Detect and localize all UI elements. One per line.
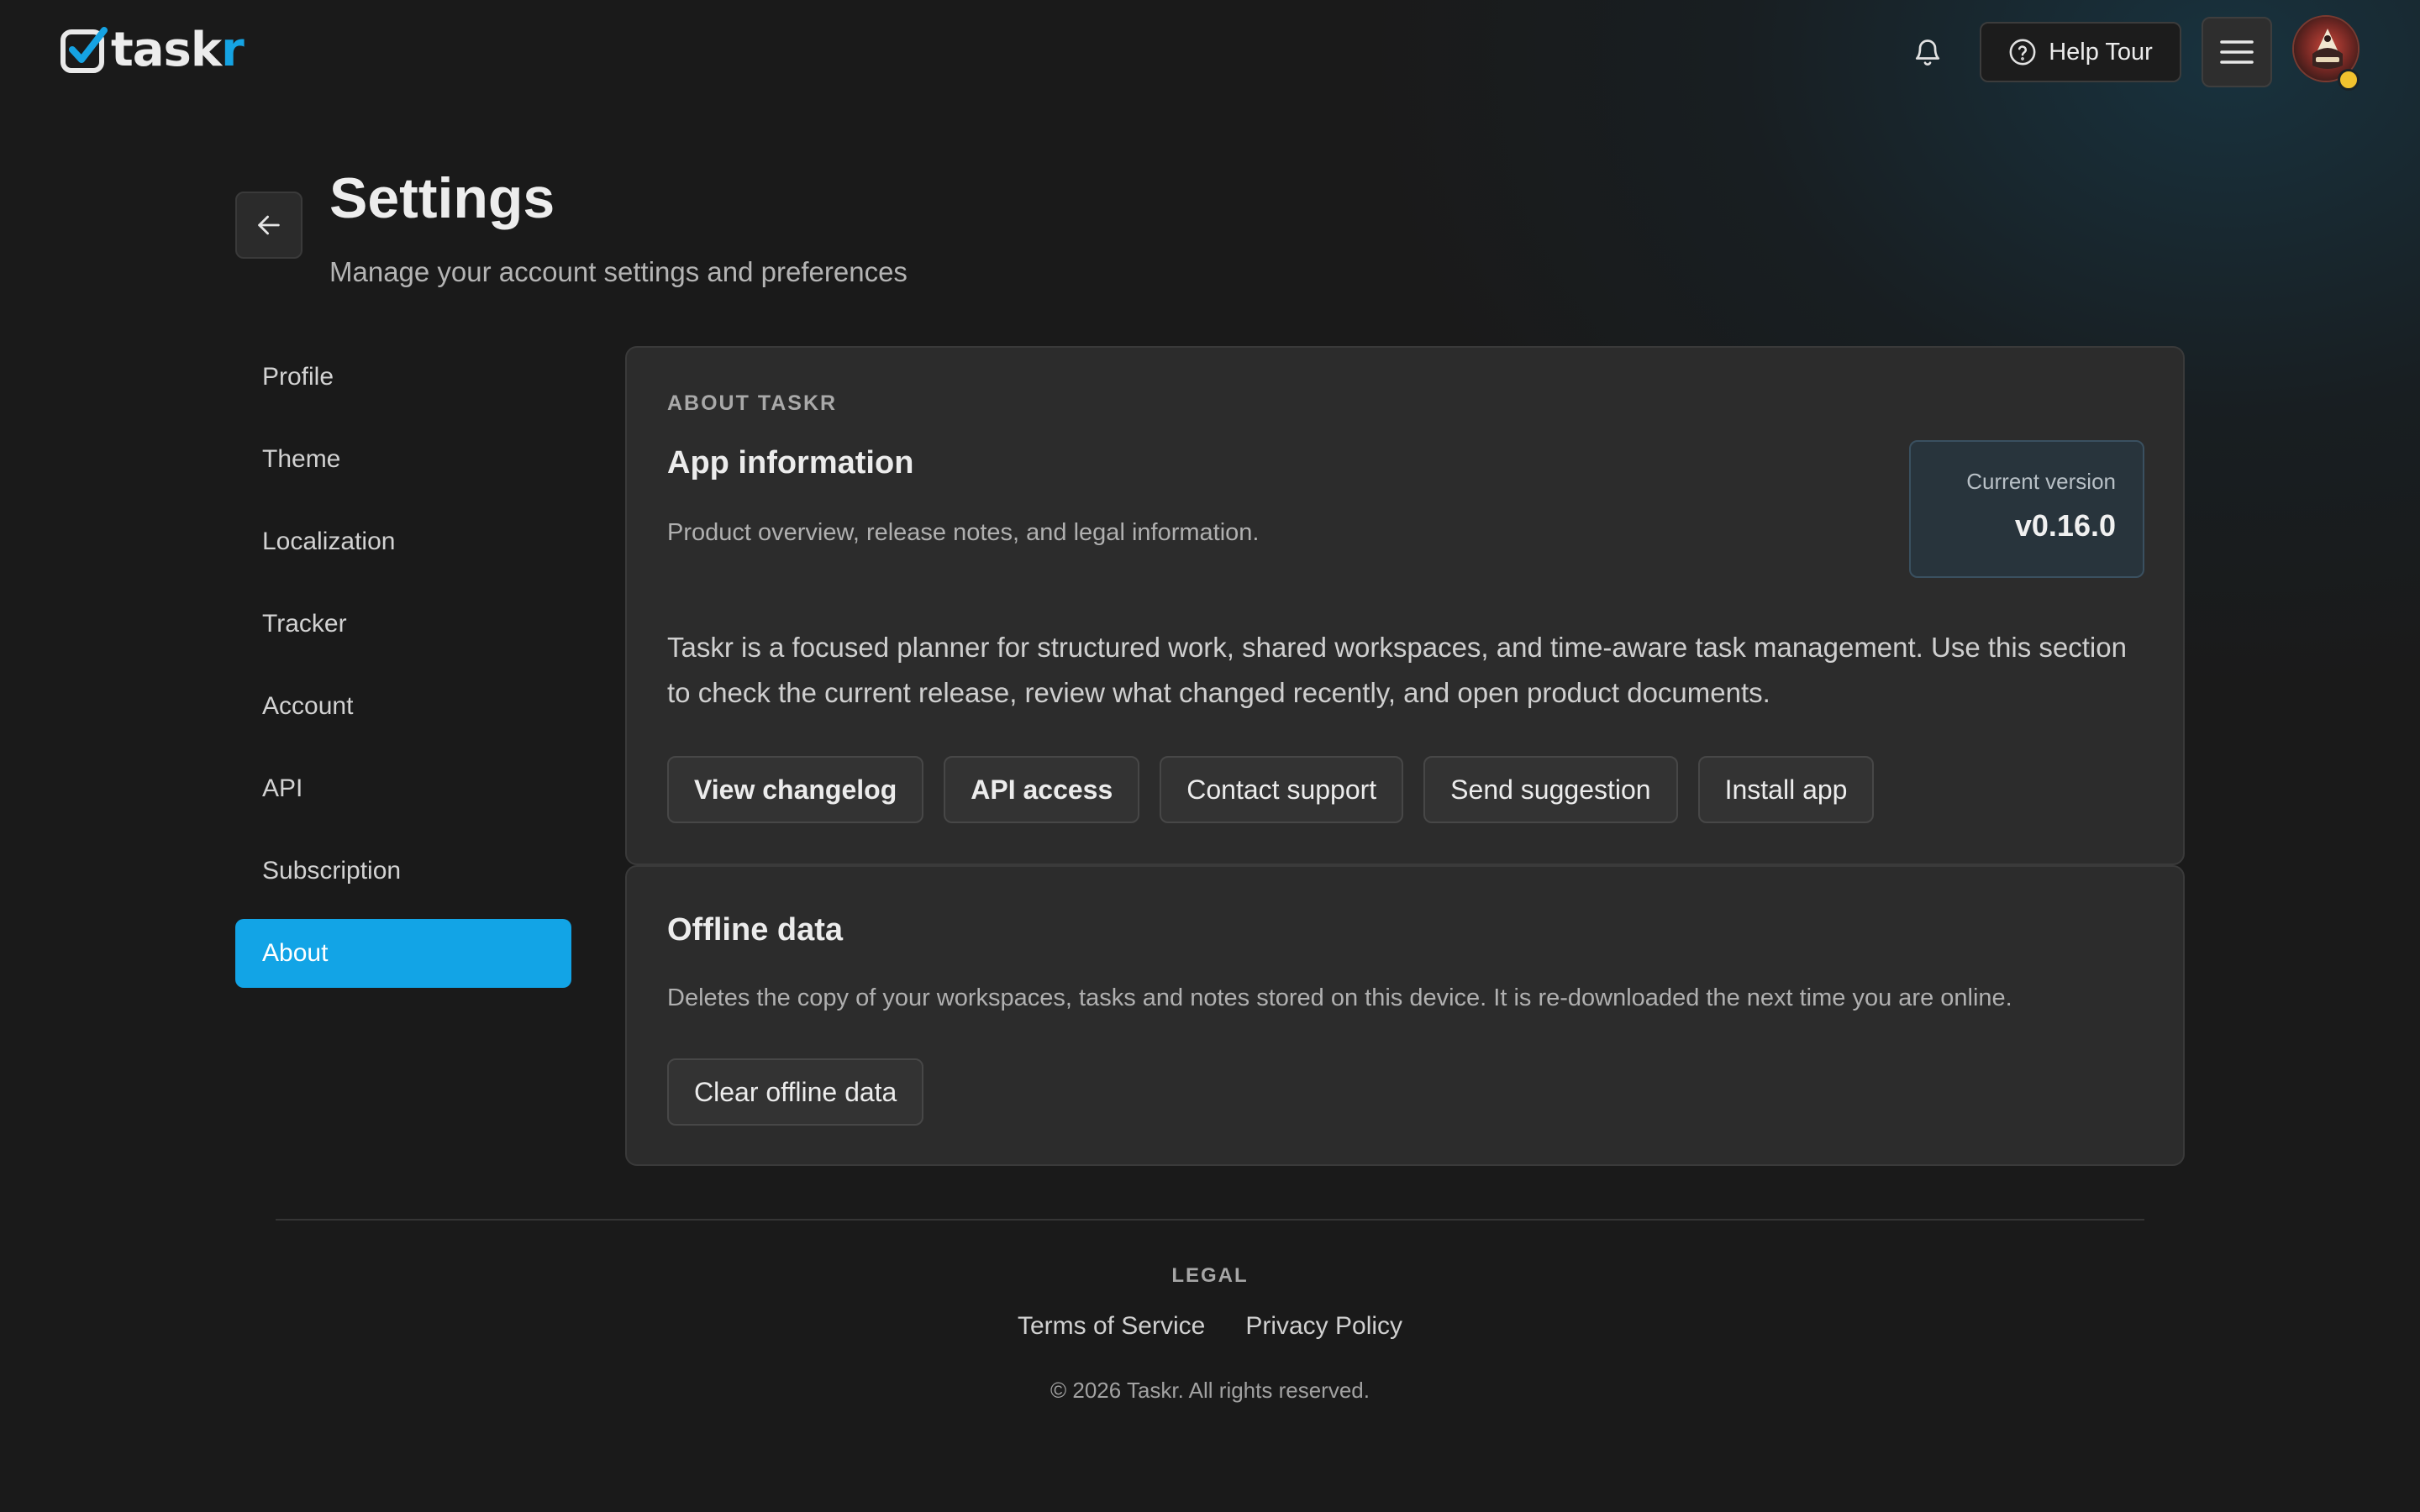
- sidebar-item-about[interactable]: About: [235, 919, 571, 988]
- back-button[interactable]: [235, 192, 302, 259]
- checkbox-logo-icon: [60, 27, 108, 73]
- logo-text-base: task: [111, 23, 222, 77]
- sidebar-item-tracker[interactable]: Tracker: [235, 590, 571, 659]
- logo-wordmark: taskr: [111, 27, 245, 74]
- privacy-policy-link[interactable]: Privacy Policy: [1245, 1312, 1402, 1341]
- about-actions: View changelog API access Contact suppor…: [667, 756, 1875, 823]
- contact-support-button[interactable]: Contact support: [1160, 756, 1404, 823]
- sidebar-item-label: About: [262, 939, 329, 967]
- sidebar-item-label: Account: [262, 692, 354, 720]
- main-menu-button[interactable]: [2202, 17, 2272, 87]
- arrow-left-icon: [258, 215, 280, 235]
- notifications-button[interactable]: [1909, 34, 1946, 71]
- page-title: Settings: [329, 166, 555, 230]
- copyright-text: © 2026 Taskr. All rights reserved.: [1050, 1378, 1370, 1403]
- taskr-logo[interactable]: taskr: [60, 25, 245, 76]
- offline-data-card: Offline data Deletes the copy of your wo…: [625, 865, 2185, 1166]
- card-description: Deletes the copy of your workspaces, tas…: [667, 984, 2012, 1011]
- sidebar-item-label: API: [262, 774, 303, 802]
- card-description: Product overview, release notes, and leg…: [667, 519, 1260, 546]
- sidebar-item-theme[interactable]: Theme: [235, 425, 571, 494]
- legal-heading: LEGAL: [1171, 1264, 1249, 1287]
- card-title: App information: [667, 445, 914, 480]
- view-changelog-button[interactable]: View changelog: [667, 756, 924, 823]
- sidebar-item-account[interactable]: Account: [235, 672, 571, 741]
- terms-of-service-link[interactable]: Terms of Service: [1018, 1312, 1205, 1341]
- bell-icon: [1915, 39, 1940, 66]
- sidebar-item-label: Localization: [262, 528, 396, 555]
- settings-sidebar: Profile Theme Localization Tracker Accou…: [235, 343, 571, 1001]
- question-circle-icon: [2009, 39, 2036, 66]
- sidebar-item-label: Theme: [262, 445, 341, 473]
- footer-links: Terms of Service Privacy Policy: [0, 1312, 2420, 1341]
- help-tour-button[interactable]: Help Tour: [1980, 22, 2181, 82]
- api-access-button[interactable]: API access: [944, 756, 1140, 823]
- crown-badge-icon: [2338, 69, 2360, 91]
- sidebar-item-localization[interactable]: Localization: [235, 507, 571, 576]
- page-subtitle: Manage your account settings and prefere…: [329, 256, 908, 287]
- sidebar-item-label: Subscription: [262, 857, 402, 885]
- current-version-panel: Current version v0.16.0: [1909, 440, 2144, 578]
- sidebar-item-label: Profile: [262, 363, 334, 391]
- version-value: v0.16.0: [2014, 508, 2116, 543]
- card-title: Offline data: [667, 912, 844, 948]
- version-label: Current version: [1966, 469, 2116, 494]
- hamburger-menu-icon: [2220, 40, 2254, 64]
- send-suggestion-button[interactable]: Send suggestion: [1423, 756, 1678, 823]
- help-tour-label: Help Tour: [2049, 38, 2153, 66]
- about-body-text: Taskr is a focused planner for structure…: [667, 632, 2127, 708]
- clear-offline-data-button[interactable]: Clear offline data: [667, 1058, 924, 1126]
- sidebar-item-subscription[interactable]: Subscription: [235, 837, 571, 906]
- install-app-button[interactable]: Install app: [1697, 756, 1875, 823]
- sidebar-item-label: Tracker: [262, 610, 347, 638]
- sidebar-item-api[interactable]: API: [235, 754, 571, 823]
- about-card: ABOUT TASKR App information Product over…: [625, 346, 2185, 865]
- sidebar-item-profile[interactable]: Profile: [235, 343, 571, 412]
- logo-text-accent: r: [221, 23, 245, 77]
- footer-divider: [276, 1219, 2144, 1221]
- section-eyebrow: ABOUT TASKR: [667, 391, 838, 415]
